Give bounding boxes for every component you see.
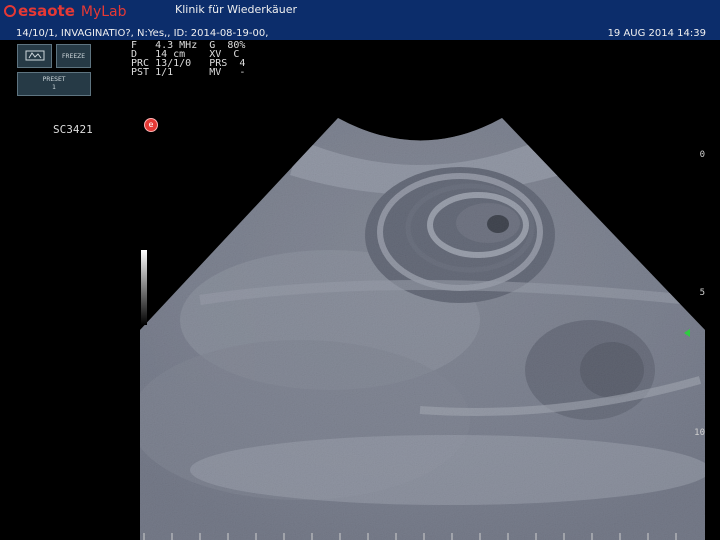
focus-marker-icon[interactable]	[684, 329, 690, 337]
brand-name: esaote	[18, 2, 75, 20]
depth-label-5: 5	[699, 288, 705, 298]
product-name: MyLab	[80, 4, 127, 20]
preset-number: 1	[52, 84, 56, 91]
ultrasound-image	[140, 118, 705, 540]
grayscale-bar	[141, 250, 147, 325]
brand-logo: esaote MyLab	[4, 2, 127, 22]
patient-info: 14/10/1, INVAGINATIO?, N:Yes,, ID: 2014-…	[16, 28, 269, 39]
acquisition-parameters: F 4.3 MHz G 80% D 14 cm XV C PRC 13/1/0 …	[131, 41, 246, 78]
probe-button[interactable]	[17, 44, 52, 68]
probe-icon	[25, 50, 44, 61]
orientation-marker-icon: e	[144, 118, 158, 132]
exam-datetime: 19 AUG 2014 14:39	[607, 28, 706, 39]
freeze-button[interactable]: FREEZE	[56, 44, 91, 68]
frame-id: SC3421	[53, 123, 93, 136]
header-bar: esaote MyLab Klinik für Wiederkäuer 14/1…	[0, 0, 720, 40]
depth-label-10: 10	[694, 428, 705, 438]
logo-mark-icon	[4, 5, 16, 17]
depth-label-0: 0	[699, 150, 705, 160]
preset-button[interactable]: PRESET 1	[17, 72, 91, 96]
param-row-persistence: PST 1/1 MV -	[131, 67, 246, 78]
lateral-scale	[143, 533, 677, 540]
clinic-name: Klinik für Wiederkäuer	[175, 3, 297, 16]
preset-label: PRESET	[42, 76, 66, 83]
